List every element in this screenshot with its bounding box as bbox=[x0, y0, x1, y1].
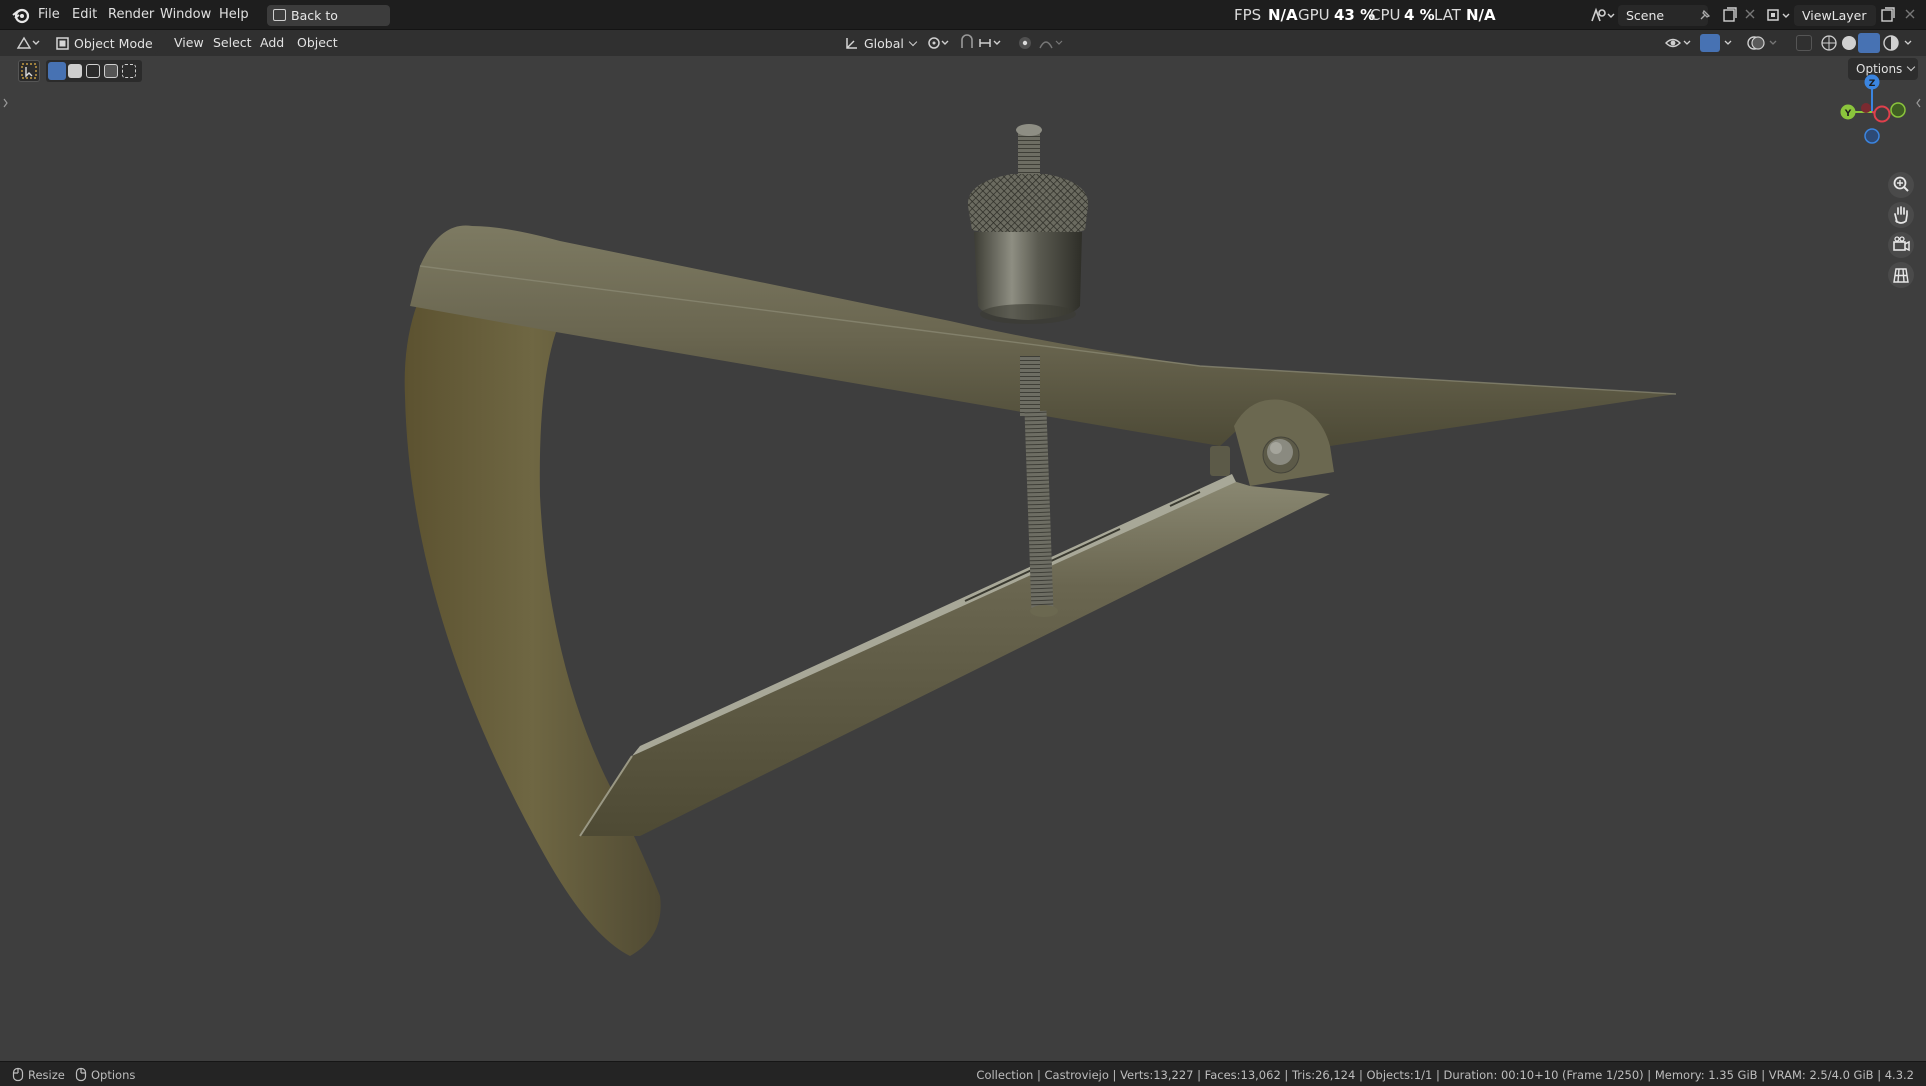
menu-file[interactable]: File bbox=[38, 7, 60, 22]
back-to-previous-button[interactable]: Back to Previous bbox=[267, 5, 390, 44]
chevron-down-icon bbox=[908, 37, 918, 47]
menu-object[interactable]: Object bbox=[297, 35, 338, 50]
menu-select[interactable]: Select bbox=[213, 35, 252, 50]
delete-view-layer-icon[interactable] bbox=[1904, 8, 1916, 20]
shading-solid-icon[interactable] bbox=[1840, 34, 1858, 52]
fps-label: FPS bbox=[1234, 6, 1262, 24]
transform-orientation-label: Global bbox=[864, 36, 904, 51]
editor-type-icon[interactable] bbox=[16, 35, 42, 51]
shading-rendered-icon[interactable] bbox=[1882, 34, 1900, 52]
scene-icon[interactable] bbox=[1590, 7, 1616, 23]
shading-wire-icon[interactable] bbox=[1820, 34, 1838, 52]
transform-orientation-dropdown[interactable]: Global bbox=[842, 33, 918, 54]
scene-name: Scene bbox=[1626, 8, 1665, 23]
gpu-label: GPU bbox=[1298, 6, 1330, 24]
cpu-value: 4 % bbox=[1404, 6, 1435, 24]
pivot-icon[interactable] bbox=[926, 34, 952, 52]
menu-add[interactable]: Add bbox=[260, 35, 284, 50]
mode-dropdown[interactable]: Object Mode bbox=[52, 33, 158, 68]
view-layer-field[interactable]: ViewLayer bbox=[1794, 5, 1876, 26]
viewport-header: Object Mode View Select Add Object Globa… bbox=[0, 30, 1926, 68]
lat-label: LAT bbox=[1434, 6, 1461, 24]
view-layer-name: ViewLayer bbox=[1802, 8, 1867, 23]
mode-label: Object Mode bbox=[74, 36, 153, 51]
menu-render[interactable]: Render bbox=[108, 7, 154, 22]
proportional-icon[interactable] bbox=[1016, 34, 1068, 52]
menu-help[interactable]: Help bbox=[219, 7, 249, 22]
gizmo-dropdown-icon[interactable] bbox=[1722, 34, 1736, 52]
overlay-icon[interactable] bbox=[1746, 34, 1780, 52]
view-layer-icon[interactable] bbox=[1766, 7, 1792, 23]
scene-statistics: Collection | Castroviejo | Verts:13,227 … bbox=[976, 1068, 1914, 1082]
menu-edit[interactable]: Edit bbox=[72, 7, 97, 22]
xray-toggle-icon[interactable] bbox=[1796, 35, 1812, 51]
mouse-right-icon bbox=[75, 1067, 87, 1082]
visibility-icon[interactable] bbox=[1664, 34, 1694, 52]
status-resize-label: Resize bbox=[28, 1068, 65, 1082]
top-bar: File Edit Render Window Help Back to Pre… bbox=[0, 0, 1926, 44]
scene-field[interactable]: Scene bbox=[1618, 5, 1708, 26]
menu-window[interactable]: Window bbox=[160, 7, 211, 22]
snap-icon[interactable] bbox=[958, 34, 1004, 52]
transform-orientation-icon bbox=[846, 38, 857, 49]
shading-material-icon[interactable] bbox=[1858, 33, 1880, 53]
fps-value: N/A bbox=[1268, 6, 1298, 24]
delete-scene-icon[interactable] bbox=[1744, 8, 1756, 20]
new-scene-icon[interactable] bbox=[1722, 7, 1738, 23]
blender-logo-icon[interactable] bbox=[12, 6, 30, 24]
caliper-model[interactable] bbox=[0, 56, 1926, 1061]
shading-dropdown-icon[interactable] bbox=[1902, 34, 1916, 52]
status-options-label: Options bbox=[91, 1068, 136, 1082]
status-bar: Resize Options Collection | Castroviejo … bbox=[0, 1061, 1926, 1086]
pin-icon[interactable] bbox=[1698, 8, 1712, 22]
mouse-left-icon bbox=[12, 1067, 24, 1082]
3d-viewport[interactable]: Options Y Z bbox=[0, 56, 1926, 1061]
back-icon bbox=[273, 9, 286, 21]
lat-value: N/A bbox=[1466, 6, 1496, 24]
gizmo-toggle-icon[interactable] bbox=[1700, 34, 1720, 52]
object-mode-icon bbox=[56, 37, 69, 50]
cpu-label: CPU bbox=[1370, 6, 1401, 24]
new-view-layer-icon[interactable] bbox=[1880, 7, 1896, 23]
menu-view[interactable]: View bbox=[174, 35, 204, 50]
gpu-value: 43 % bbox=[1334, 6, 1376, 24]
